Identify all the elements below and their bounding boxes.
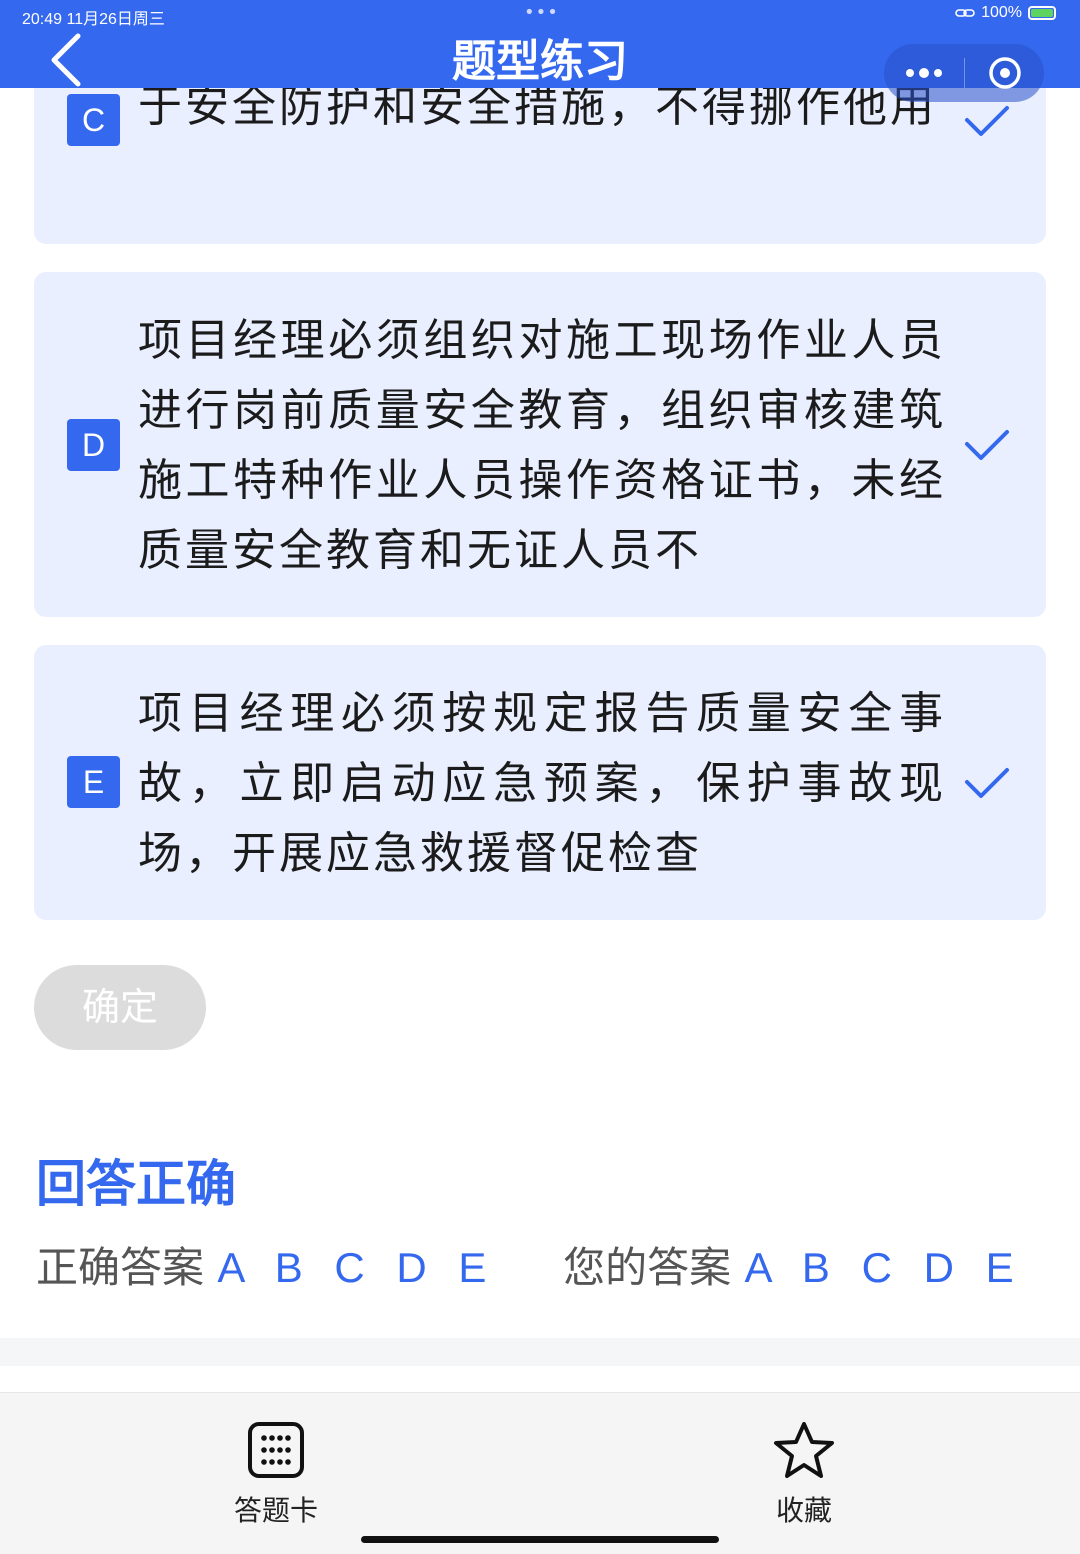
option-e[interactable]: E 项目经理必须按规定报告质量安全事故，立即启动应急预案，保护事故现场，开展应急… <box>34 645 1046 920</box>
status-time: 20:49 11月26日周三 <box>22 11 165 28</box>
answer-summary: 正确答案 A B C D E 您的答案 A B C D E <box>36 1240 1024 1296</box>
correct-answer-label: 正确答案 <box>36 1243 205 1292</box>
battery-percent: 100% <box>981 4 1022 21</box>
your-answer-label: 您的答案 <box>563 1243 732 1292</box>
check-icon <box>965 106 1009 136</box>
question-content: C 于安全防护和安全措施，不得挪作他用 D 项目经理必须组织对施工现场作业人员进… <box>0 0 1080 1392</box>
miniapp-capsule <box>884 44 1044 102</box>
option-letter-d: D <box>67 419 120 471</box>
answer-card-label: 答题卡 <box>233 1494 318 1527</box>
close-miniapp-button[interactable] <box>965 44 1044 102</box>
option-text-d: 项目经理必须组织对施工现场作业人员进行岗前质量安全教育，组织审核建筑施工特种作业… <box>138 315 946 576</box>
option-d[interactable]: D 项目经理必须组织对施工现场作业人员进行岗前质量安全教育，组织审核建筑施工特种… <box>34 272 1046 617</box>
result-title: 回答正确 <box>36 1155 236 1213</box>
check-icon <box>965 768 1009 798</box>
favorite-tab[interactable]: 收藏 <box>734 1421 874 1529</box>
favorite-label: 收藏 <box>775 1494 832 1527</box>
star-icon <box>774 1422 834 1478</box>
more-button[interactable] <box>884 44 964 102</box>
correct-answer-value: A B C D E <box>217 1244 497 1291</box>
battery-icon <box>1028 6 1056 20</box>
section-divider <box>0 1338 1080 1366</box>
bottom-toolbar: 答题卡 收藏 <box>0 1392 1080 1554</box>
target-circle-icon <box>988 57 1021 89</box>
answer-card-tab[interactable]: 答题卡 <box>206 1421 346 1529</box>
option-text-e: 项目经理必须按规定报告质量安全事故，立即启动应急预案，保护事故现场，开展应急救援… <box>138 688 946 879</box>
link-icon <box>955 9 975 17</box>
grid-icon <box>248 1422 304 1478</box>
home-indicator[interactable] <box>361 1536 719 1543</box>
option-letter-c: C <box>67 94 120 146</box>
option-letter-e: E <box>67 756 120 808</box>
more-dots-icon <box>906 68 942 78</box>
check-icon <box>965 430 1009 460</box>
your-answer-value: A B C D E <box>744 1244 1024 1291</box>
multitask-dots-icon[interactable]: ••• <box>524 2 559 23</box>
status-right: 100% <box>955 4 1056 22</box>
confirm-button[interactable]: 确定 <box>34 965 206 1050</box>
